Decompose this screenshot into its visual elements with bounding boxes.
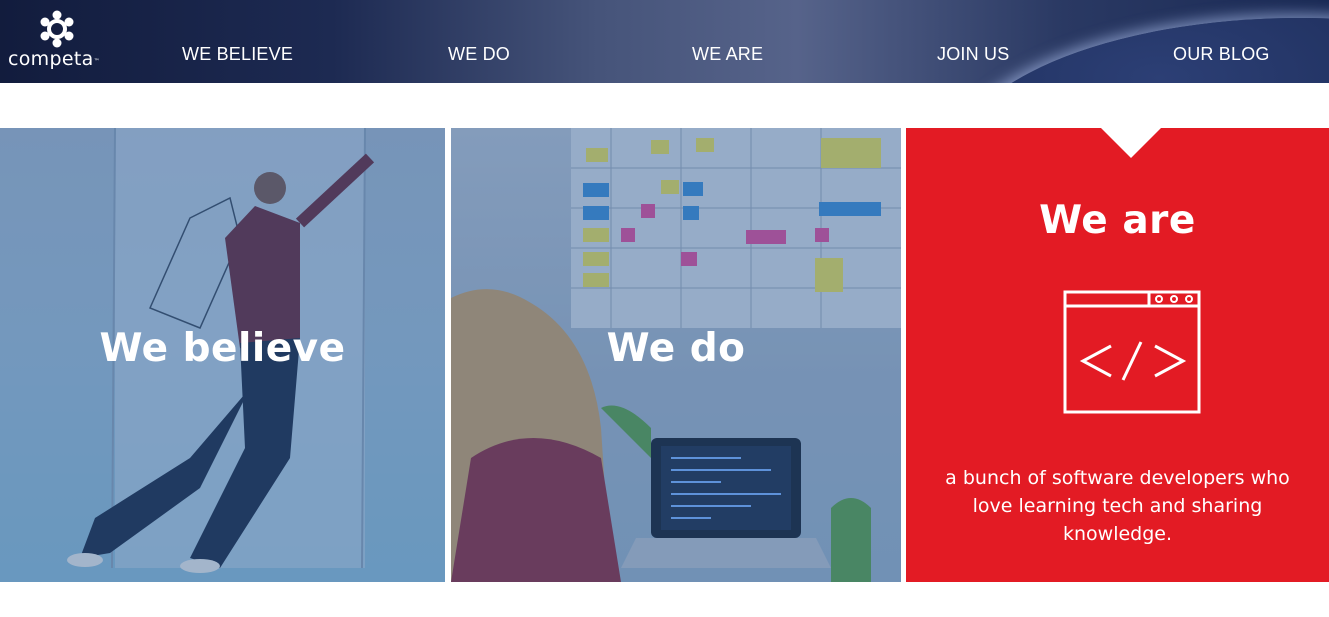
nav-link-we-believe[interactable]: WE BELIEVE	[182, 44, 293, 65]
we-believe-panel[interactable]: We believe	[0, 128, 445, 582]
we-believe-title: We believe	[99, 326, 346, 371]
nav-link-we-are[interactable]: WE ARE	[692, 44, 763, 65]
top-navigation-bar: competa™ WE BELIEVE WE DO WE ARE JOIN US…	[0, 0, 1329, 83]
nav-link-our-blog[interactable]: OUR BLOG	[1173, 44, 1270, 65]
code-window-icon	[1063, 290, 1201, 414]
panel-pointer-notch	[1101, 128, 1161, 158]
we-do-panel[interactable]: We do	[451, 128, 901, 582]
nav-link-join-us[interactable]: JOIN US	[937, 44, 1009, 65]
we-are-panel[interactable]: We are a bunch of software developers wh…	[906, 128, 1329, 582]
competa-logo[interactable]: competa™	[8, 10, 118, 74]
competa-logo-icon	[40, 10, 74, 48]
we-are-description: a bunch of software developers who love …	[945, 467, 1290, 545]
we-are-title: We are	[1039, 198, 1196, 243]
we-do-title: We do	[606, 326, 746, 371]
logo-wordmark: competa™	[8, 48, 100, 70]
nav-link-we-do[interactable]: WE DO	[448, 44, 510, 65]
